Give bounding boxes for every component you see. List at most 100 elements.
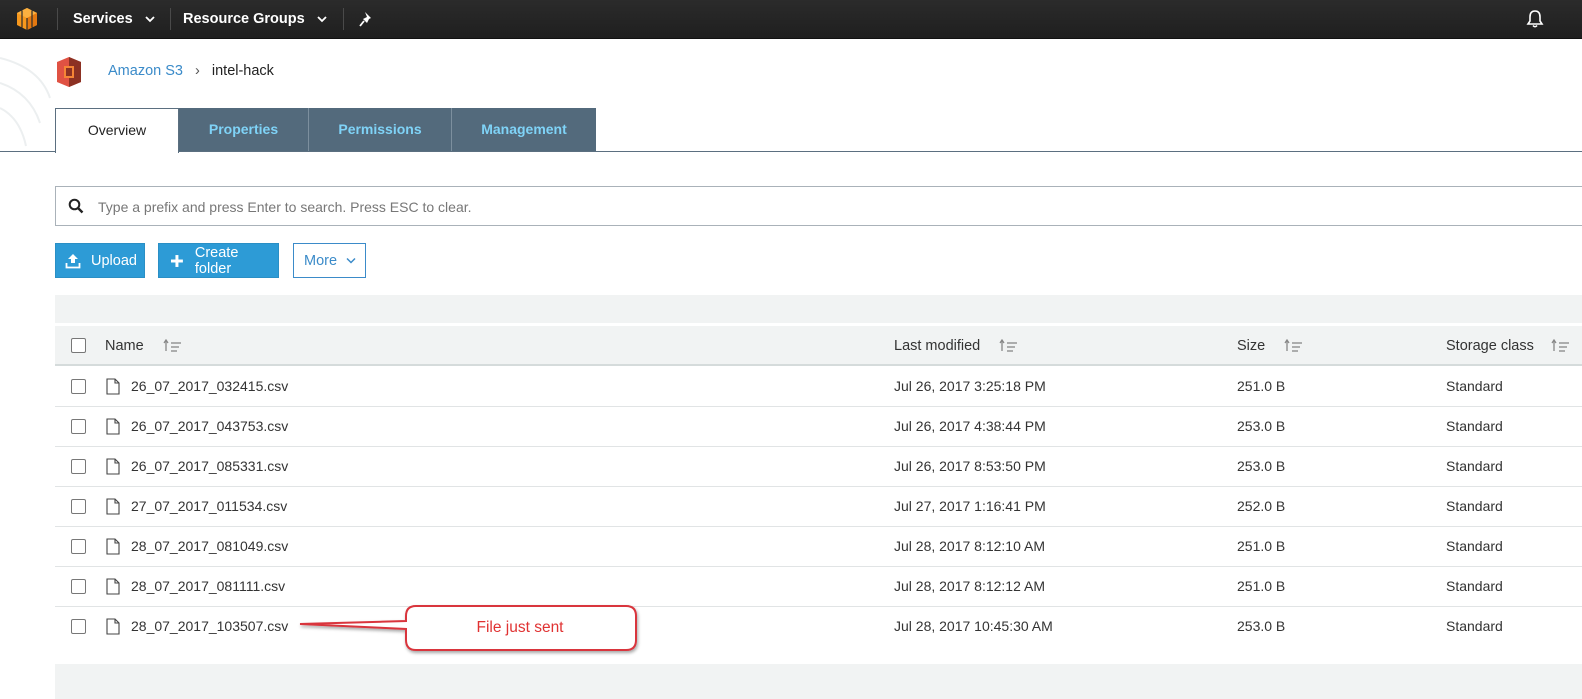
column-size-label: Size — [1237, 338, 1266, 354]
breadcrumb: Amazon S3 › intel-hack — [108, 63, 274, 79]
tab-management[interactable]: Management — [452, 108, 596, 151]
nav-divider — [57, 8, 58, 30]
annotation-text: File just sent — [476, 619, 564, 636]
table-row[interactable]: 27_07_2017_011534.csv Jul 27, 2017 1:16:… — [55, 487, 1582, 527]
breadcrumb-separator: › — [195, 63, 200, 79]
sort-icon — [163, 339, 181, 352]
select-all-checkbox[interactable] — [71, 338, 86, 353]
object-name-link[interactable]: 26_07_2017_085331.csv — [131, 447, 288, 486]
column-name-label: Name — [105, 338, 144, 354]
table-footer-band — [55, 664, 1582, 699]
size-cell: 253.0 B — [1237, 618, 1286, 634]
more-label: More — [304, 252, 338, 269]
last-modified-cell: Jul 27, 2017 1:16:41 PM — [894, 498, 1046, 514]
last-modified-cell: Jul 26, 2017 4:38:44 PM — [894, 418, 1046, 434]
storage-class-cell: Standard — [1446, 618, 1503, 634]
sort-icon — [1551, 339, 1569, 352]
object-name-link[interactable]: 27_07_2017_011534.csv — [131, 487, 287, 526]
pin-icon[interactable] — [358, 10, 376, 28]
size-cell: 251.0 B — [1237, 538, 1286, 554]
upload-button[interactable]: Upload — [55, 243, 145, 278]
table-row[interactable]: 28_07_2017_081111.csv Jul 28, 2017 8:12:… — [55, 567, 1582, 607]
object-name-link[interactable]: 26_07_2017_043753.csv — [131, 407, 288, 446]
storage-class-cell: Standard — [1446, 498, 1503, 514]
size-cell: 253.0 B — [1237, 418, 1286, 434]
create-folder-label: Create folder — [194, 244, 239, 277]
bell-icon[interactable] — [1525, 9, 1545, 29]
column-header-size[interactable]: Size — [1237, 326, 1303, 366]
object-name-link[interactable]: 28_07_2017_081049.csv — [131, 527, 288, 566]
table-header: Name Last modified Size Storage class — [55, 326, 1582, 366]
breadcrumb-current-bucket: intel-hack — [211, 63, 274, 79]
file-icon — [106, 538, 120, 555]
tab-overview[interactable]: Overview — [55, 108, 179, 153]
nav-divider — [343, 8, 344, 30]
table-row[interactable]: 26_07_2017_043753.csv Jul 26, 2017 4:38:… — [55, 407, 1582, 447]
more-dropdown-button[interactable]: More — [293, 243, 366, 278]
table-row[interactable]: 26_07_2017_032415.csv Jul 26, 2017 3:25:… — [55, 367, 1582, 407]
sort-icon — [1284, 339, 1303, 352]
resource-groups-label: Resource Groups — [183, 11, 305, 27]
object-name-link[interactable]: 28_07_2017_081111.csv — [131, 567, 285, 606]
tab-underline — [0, 151, 1582, 152]
file-icon — [106, 378, 120, 395]
file-icon — [106, 618, 120, 635]
object-name-link[interactable]: 26_07_2017_032415.csv — [131, 367, 288, 406]
column-last-modified-label: Last modified — [894, 338, 981, 354]
column-header-storage-class[interactable]: Storage class — [1446, 326, 1570, 366]
last-modified-cell: Jul 26, 2017 3:25:18 PM — [894, 378, 1046, 394]
s3-bucket-icon — [57, 57, 81, 87]
chevron-down-icon — [145, 16, 155, 23]
table-toolbar-band — [55, 295, 1582, 323]
row-checkbox[interactable] — [71, 539, 86, 554]
last-modified-cell: Jul 28, 2017 8:12:12 AM — [894, 578, 1045, 594]
size-cell: 251.0 B — [1237, 378, 1286, 394]
row-checkbox[interactable] — [71, 379, 86, 394]
row-checkbox[interactable] — [71, 499, 86, 514]
decorative-arcs — [0, 57, 51, 147]
file-icon — [106, 498, 120, 515]
table-row[interactable]: 28_07_2017_103507.csv Jul 28, 2017 10:45… — [55, 607, 1582, 647]
sort-icon — [999, 339, 1018, 352]
nav-divider — [170, 8, 171, 30]
breadcrumb-amazon-s3[interactable]: Amazon S3 — [108, 63, 183, 79]
tab-properties[interactable]: Properties — [179, 108, 309, 151]
column-storage-class-label: Storage class — [1446, 338, 1534, 354]
chevron-down-icon — [346, 257, 356, 264]
last-modified-cell: Jul 26, 2017 8:53:50 PM — [894, 458, 1046, 474]
search-box — [55, 186, 1582, 227]
services-menu[interactable]: Services — [73, 0, 155, 38]
table-row[interactable]: 28_07_2017_081049.csv Jul 28, 2017 8:12:… — [55, 527, 1582, 567]
plus-icon — [170, 254, 183, 267]
top-nav-bar: Services Resource Groups — [0, 0, 1582, 39]
object-name-link[interactable]: 28_07_2017_103507.csv — [131, 607, 288, 646]
storage-class-cell: Standard — [1446, 378, 1503, 394]
file-icon — [106, 578, 120, 595]
create-folder-button[interactable]: Create folder — [158, 243, 279, 278]
upload-icon — [65, 253, 81, 268]
file-icon — [106, 418, 120, 435]
last-modified-cell: Jul 28, 2017 8:12:10 AM — [894, 538, 1045, 554]
row-checkbox[interactable] — [71, 579, 86, 594]
row-checkbox[interactable] — [71, 419, 86, 434]
last-modified-cell: Jul 28, 2017 10:45:30 AM — [894, 618, 1053, 634]
storage-class-cell: Standard — [1446, 538, 1503, 554]
file-icon — [106, 458, 120, 475]
column-header-name[interactable]: Name — [105, 326, 182, 366]
row-checkbox[interactable] — [71, 459, 86, 474]
storage-class-cell: Standard — [1446, 578, 1503, 594]
aws-cube-icon[interactable] — [15, 7, 39, 31]
row-checkbox[interactable] — [71, 619, 86, 634]
search-input[interactable] — [96, 187, 1550, 227]
size-cell: 252.0 B — [1237, 498, 1286, 514]
size-cell: 251.0 B — [1237, 578, 1286, 594]
table-row[interactable]: 26_07_2017_085331.csv Jul 26, 2017 8:53:… — [55, 447, 1582, 487]
resource-groups-menu[interactable]: Resource Groups — [183, 0, 327, 38]
tab-permissions[interactable]: Permissions — [309, 108, 452, 151]
chevron-down-icon — [317, 16, 327, 23]
size-cell: 253.0 B — [1237, 458, 1286, 474]
upload-label: Upload — [91, 252, 137, 269]
storage-class-cell: Standard — [1446, 418, 1503, 434]
search-icon — [68, 198, 84, 214]
column-header-last-modified[interactable]: Last modified — [894, 326, 1018, 366]
